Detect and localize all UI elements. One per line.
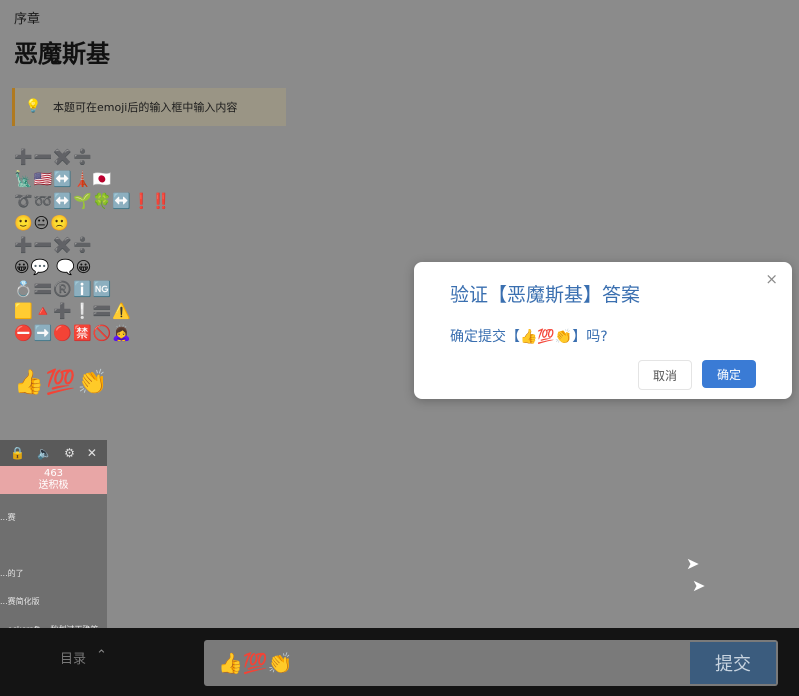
hint-text: 本题可在emoji后的输入框中输入内容 xyxy=(53,101,238,114)
confirm-dialog: 验证【恶魔斯基】答案 × 确定提交【👍💯👏】吗? 取消 确定 xyxy=(414,262,792,399)
floating-overlay-panel: 🔒 🔈 ⚙ ✕ 463 送积极 ...赛 ...的了 ...赛简化版 ...oc… xyxy=(0,440,107,634)
speaker-icon[interactable]: 🔈 xyxy=(37,446,52,460)
gear-icon[interactable]: ⚙ xyxy=(64,446,75,460)
puzzle-row: 🗽🇺🇸↔️🗼🇯🇵 xyxy=(14,170,113,188)
cancel-button[interactable]: 取消 xyxy=(638,360,692,390)
catalog-link[interactable]: 目录 xyxy=(60,648,86,667)
puzzle-row: 🙂😐🙁 xyxy=(14,214,70,232)
hint-box: 💡 本题可在emoji后的输入框中输入内容 xyxy=(12,88,286,126)
counter-label: 送积极 xyxy=(38,480,69,491)
puzzle-row: 🟨🔺➕❕🟰⚠️ xyxy=(14,302,133,320)
answer-emoji-display: 👍💯👏 xyxy=(14,368,110,396)
lock-icon[interactable]: 🔒 xyxy=(10,446,25,460)
lightbulb-icon: 💡 xyxy=(25,99,42,114)
counter-badge: 463 送积极 xyxy=(0,466,107,494)
page-title: 恶魔斯基 xyxy=(14,40,110,68)
puzzle-row: ⛔➡️🔴🈲🚫🙇‍♀️ xyxy=(14,324,133,342)
close-icon[interactable]: × xyxy=(765,270,778,288)
mouse-cursor-icon: ➤ xyxy=(686,554,700,573)
counter-value: 463 xyxy=(43,468,64,479)
emoji-puzzle: ➕➖✖️➗ 🗽🇺🇸↔️🗼🇯🇵 ➰➿↔️🌱🍀↔️❗‼️ 🙂😐🙁 ➕➖✖️➗ 😀💬 … xyxy=(14,146,171,344)
chevron-up-icon[interactable]: ⌃ xyxy=(96,648,107,663)
submit-button[interactable]: 提交 xyxy=(690,642,776,684)
puzzle-row: 💍🟰®️ℹ️🆖 xyxy=(14,280,113,298)
puzzle-row: 😀💬 🗨️😀 xyxy=(14,258,93,276)
chapter-label: 序章 xyxy=(14,12,41,27)
bottom-bar: 目录 ⌃ 👍💯👏 提交 xyxy=(0,628,799,696)
puzzle-row: ➕➖✖️➗ xyxy=(14,148,93,166)
close-icon[interactable]: ✕ xyxy=(87,446,97,460)
overlay-toolbar: 🔒 🔈 ⚙ ✕ xyxy=(0,440,107,466)
puzzle-row: ➰➿↔️🌱🍀↔️❗‼️ xyxy=(14,192,172,210)
dialog-message: 确定提交【👍💯👏】吗? xyxy=(450,329,608,345)
list-item: ...赛 xyxy=(0,513,16,522)
puzzle-row: ➕➖✖️➗ xyxy=(14,236,93,254)
mouse-cursor-icon: ➤ xyxy=(692,576,706,595)
list-item: ...赛简化版 xyxy=(0,597,40,606)
dialog-title: 验证【恶魔斯基】答案 xyxy=(450,284,641,306)
list-item: ...的了 xyxy=(0,569,24,578)
confirm-button[interactable]: 确定 xyxy=(702,360,756,388)
